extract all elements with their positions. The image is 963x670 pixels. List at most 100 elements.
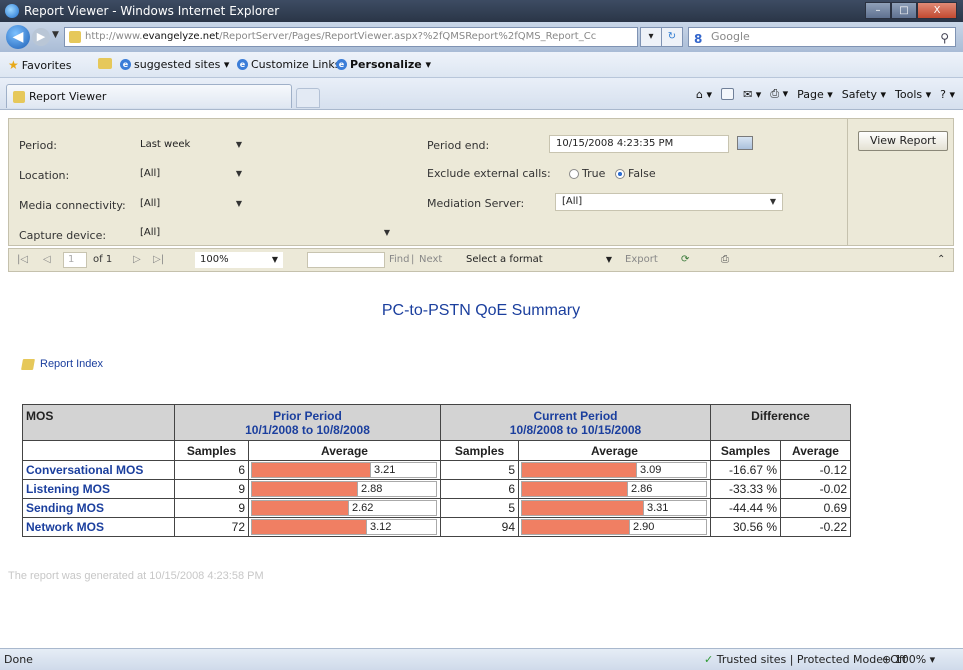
first-page-button[interactable]: |◁ xyxy=(17,254,28,265)
period-end-input[interactable]: 10/15/2008 4:23:35 PM xyxy=(549,135,729,153)
page-menu[interactable]: Page ▾ xyxy=(797,88,833,101)
table-subheader-row: Samples Average Samples Average Samples … xyxy=(22,440,851,461)
maximize-button[interactable]: □ xyxy=(891,2,917,19)
view-report-button[interactable]: View Report xyxy=(858,131,948,151)
ie-logo-icon xyxy=(5,4,19,18)
report-index-label: Report Index xyxy=(40,358,103,370)
history-dropdown-icon[interactable]: ▼ xyxy=(52,30,59,40)
current-average-bar: 2.86 xyxy=(521,481,707,497)
chevron-down-icon: ▼ xyxy=(235,169,242,178)
current-samples: 94 xyxy=(440,517,519,537)
location-label: Location: xyxy=(19,169,70,182)
current-samples: 6 xyxy=(440,479,519,499)
personalize-link[interactable]: e Personalize ▾ xyxy=(336,58,431,71)
search-input[interactable]: 8 Google ⚲ xyxy=(688,27,956,47)
read-mail-icon[interactable]: ✉ ▾ xyxy=(743,88,761,101)
title-bar: Report Viewer - Windows Internet Explore… xyxy=(0,0,963,22)
row-label[interactable]: Listening MOS xyxy=(22,479,175,499)
safety-menu[interactable]: Safety ▾ xyxy=(842,88,886,101)
ie-page-icon: e xyxy=(237,59,248,70)
mos-header: MOS xyxy=(22,404,175,441)
difference-average: -0.22 xyxy=(780,517,851,537)
feeds-icon[interactable] xyxy=(721,88,735,100)
current-period-header: Current Period 10/8/2008 to 10/15/2008 xyxy=(440,404,711,441)
row-label[interactable]: Sending MOS xyxy=(22,498,175,518)
find-next-link[interactable]: Next xyxy=(419,254,442,265)
row-label[interactable]: Network MOS xyxy=(22,517,175,537)
search-icon[interactable]: ⚲ xyxy=(940,29,949,47)
export-format-select[interactable]: Select a format ▼ xyxy=(461,252,619,268)
prior-average-cell: 3.21 xyxy=(248,460,441,480)
last-page-button[interactable]: ▷| xyxy=(153,254,164,265)
add-favorite-icon xyxy=(98,58,112,69)
prior-average-value: 2.62 xyxy=(348,501,416,515)
google-icon: 8 xyxy=(694,32,703,46)
current-average-bar: 3.09 xyxy=(521,462,707,478)
location-select[interactable]: [All] ▼ xyxy=(133,165,249,183)
difference-samples: -16.67 % xyxy=(710,460,781,480)
security-zone[interactable]: ✓ Trusted sites | Protected Mode: Off xyxy=(704,653,906,666)
previous-page-button[interactable]: ◁ xyxy=(43,254,51,265)
prior-average-bar-fill xyxy=(252,482,357,496)
url-dropdown-icon[interactable]: ▾ xyxy=(640,27,662,47)
prior-average-cell: 2.62 xyxy=(248,498,441,518)
row-label[interactable]: Conversational MOS xyxy=(22,460,175,480)
find-input[interactable] xyxy=(307,252,385,268)
favorites-button[interactable]: ★ Favorites xyxy=(8,58,71,72)
prior-samples: 9 xyxy=(174,479,249,499)
add-favorite-button[interactable] xyxy=(98,58,112,69)
capture-device-value: [All] xyxy=(140,227,161,238)
calendar-icon[interactable] xyxy=(737,136,753,150)
prior-average-value: 3.12 xyxy=(366,520,434,534)
back-button[interactable]: ◀ xyxy=(6,25,30,49)
current-average-bar-fill xyxy=(522,520,629,534)
prior-samples-header: Samples xyxy=(174,440,249,461)
report-title: PC-to-PSTN QoE Summary xyxy=(381,302,581,319)
forward-button[interactable]: ▶ xyxy=(32,28,50,46)
page-icon xyxy=(69,31,81,43)
search-placeholder: Google xyxy=(711,30,750,43)
window-controls: – □ X xyxy=(865,2,957,19)
url-input[interactable]: http://www.evangelyze.net/ReportServer/P… xyxy=(64,27,638,47)
new-tab-button[interactable] xyxy=(296,88,320,108)
current-average-bar-fill xyxy=(522,463,636,477)
radio-icon xyxy=(569,169,579,179)
check-icon: ✓ xyxy=(704,653,714,666)
find-link[interactable]: Find xyxy=(389,254,410,265)
suggested-sites-link[interactable]: e suggested sites ▾ xyxy=(120,58,229,71)
capture-device-select[interactable]: [All] ▼ xyxy=(133,224,397,242)
current-average-value: 3.31 xyxy=(643,501,706,515)
zoom-select[interactable]: 100% ▼ xyxy=(195,252,283,268)
print-report-icon[interactable]: ⎙ xyxy=(721,254,729,265)
export-link[interactable]: Export xyxy=(625,254,658,265)
prior-average-bar-fill xyxy=(252,520,366,534)
difference-average: -0.02 xyxy=(780,479,851,499)
help-icon[interactable]: ? ▾ xyxy=(940,88,955,101)
find-separator: | xyxy=(411,254,415,265)
customize-links-link[interactable]: e Customize Links xyxy=(237,58,341,71)
zoom-control[interactable]: ⊕ 100% ▾ xyxy=(882,653,935,666)
close-button[interactable]: X xyxy=(917,2,957,19)
tools-menu[interactable]: Tools ▾ xyxy=(895,88,931,101)
print-icon[interactable]: ⎙ ▾ xyxy=(770,87,788,101)
refresh-report-icon[interactable]: ⟳ xyxy=(681,254,689,265)
period-end-label: Period end: xyxy=(427,139,490,152)
current-period-range: 10/8/2008 to 10/15/2008 xyxy=(509,423,642,437)
exclude-true-radio[interactable]: True xyxy=(569,167,605,180)
favorites-label: Favorites xyxy=(21,58,72,72)
mediation-server-select[interactable]: [All] ▼ xyxy=(555,193,783,211)
next-page-button[interactable]: ▷ xyxy=(133,254,141,265)
collapse-parameters-icon[interactable]: ⌃ xyxy=(937,254,945,265)
exclude-false-radio[interactable]: False xyxy=(615,167,656,180)
refresh-icon[interactable]: ↻ xyxy=(661,27,683,47)
home-icon[interactable]: ⌂ ▾ xyxy=(696,88,712,101)
page-number-input[interactable]: 1 xyxy=(63,252,87,268)
prior-samples: 9 xyxy=(174,498,249,518)
report-toolbar: |◁ ◁ 1 of 1 ▷ ▷| 100% ▼ Find | Next Selec… xyxy=(8,248,954,272)
report-index-link[interactable]: Report Index xyxy=(21,358,103,370)
period-select[interactable]: Last week ▼ xyxy=(133,136,249,154)
minimize-button[interactable]: – xyxy=(865,2,891,19)
tab-report-viewer[interactable]: Report Viewer xyxy=(6,84,292,108)
false-label: False xyxy=(628,167,656,180)
media-connectivity-select[interactable]: [All] ▼ xyxy=(133,195,249,213)
